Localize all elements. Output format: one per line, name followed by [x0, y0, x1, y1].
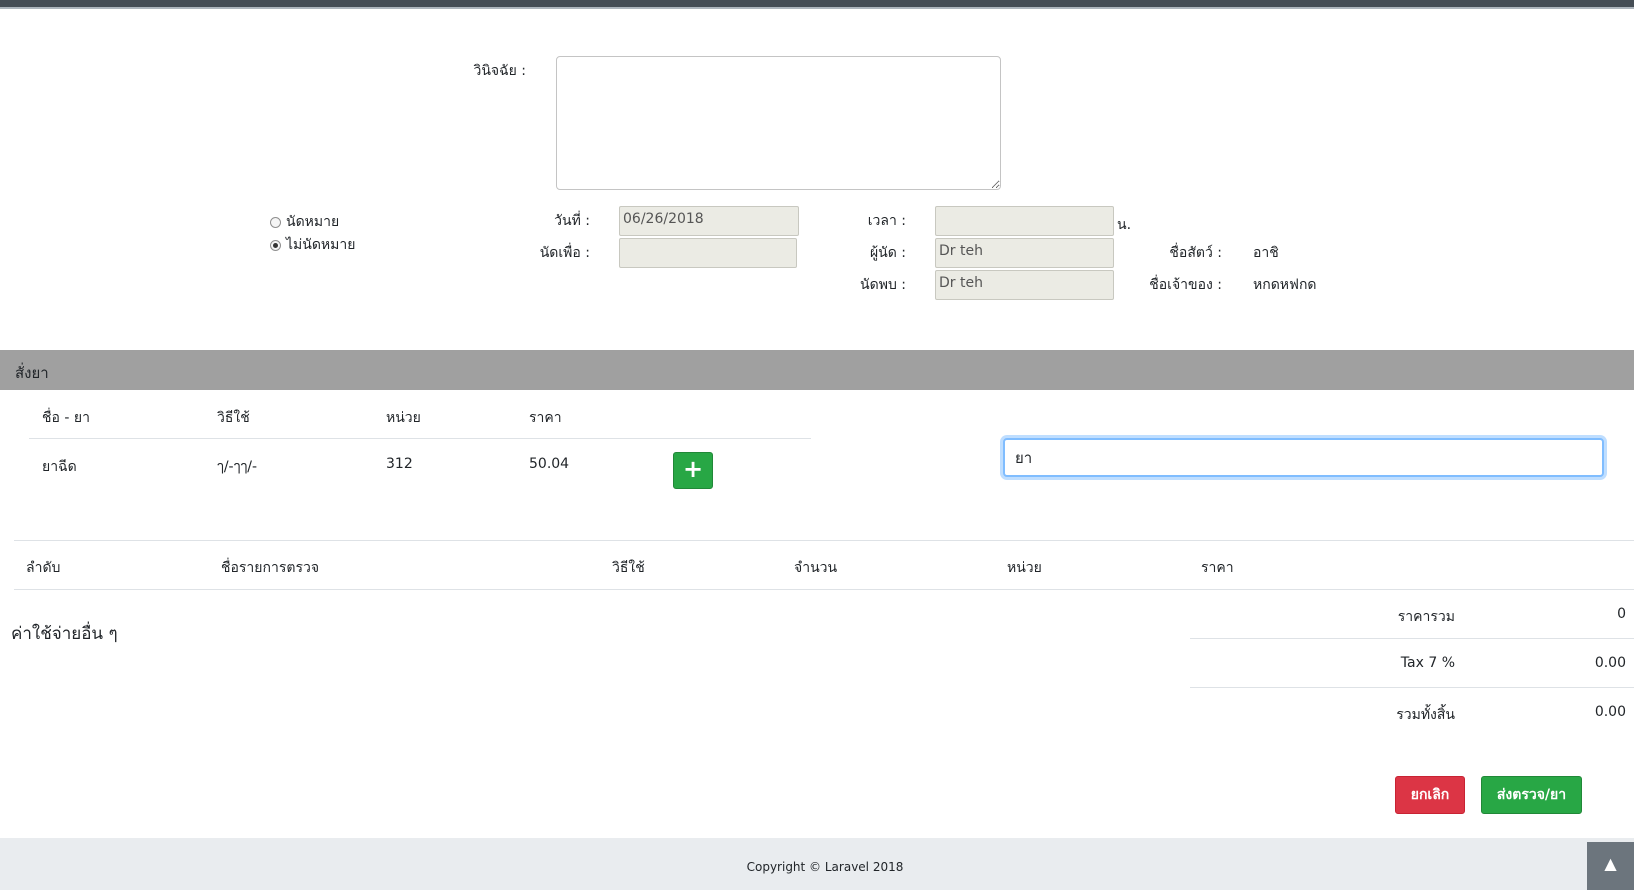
radio-no-appointment[interactable]: ไม่นัดหมาย	[270, 234, 355, 256]
purpose-label: นัดเพื่อ :	[539, 245, 590, 261]
other-expenses-title: ค่าใช้จ่ายอื่น ๆ	[11, 624, 118, 644]
radio-make-label: นัดหมาย	[286, 214, 340, 230]
chevron-up-icon: ▲	[1604, 854, 1617, 873]
exam-table-top-line	[14, 540, 1634, 541]
subtotal-value: 0	[1617, 606, 1626, 622]
add-drug-button[interactable]: +	[673, 452, 713, 489]
drug-search-input[interactable]	[1003, 438, 1604, 477]
exam-col-name: ชื่อรายการตรวจ	[221, 560, 320, 576]
drug-col-name: ชื่อ - ยา	[42, 410, 90, 426]
order-section-header: สั่งยา	[0, 350, 1634, 390]
owner-name-label: ชื่อเจ้าของ :	[1149, 277, 1222, 293]
cancel-button[interactable]: ยกเลิก	[1395, 776, 1465, 814]
exam-table-header-line	[14, 589, 1634, 590]
total-value: 0.00	[1594, 704, 1626, 720]
drug-row-price: 50.04	[529, 456, 570, 472]
tax-value: 0.00	[1594, 655, 1626, 671]
exam-col-order: ลำดับ	[26, 560, 61, 576]
exam-col-quantity: จำนวน	[794, 560, 838, 576]
footer-copyright: Copyright © Laravel 2018	[746, 860, 904, 874]
date-label: วันที่ :	[554, 213, 590, 229]
tax-label: Tax 7 %	[1400, 655, 1455, 671]
subtotal-label: ราคารวม	[1397, 609, 1455, 625]
exam-col-unit: หน่วย	[1007, 560, 1042, 576]
time-label: เวลา :	[867, 213, 906, 229]
drug-row-name: ยาฉีด	[42, 459, 77, 475]
pet-name-value: อาชิ	[1253, 245, 1279, 261]
owner-name-value: หกดหฟกด	[1253, 277, 1317, 293]
scroll-top-button[interactable]: ▲	[1587, 842, 1634, 890]
submit-exam-button[interactable]: ส่งตรวจ/ยา	[1481, 776, 1582, 814]
diagnosis-label: วินิจฉัย :	[473, 63, 526, 79]
radio-make-appointment[interactable]: นัดหมาย	[270, 211, 339, 233]
footer: Copyright © Laravel 2018	[0, 838, 1634, 890]
radio-none-label: ไม่นัดหมาย	[286, 237, 356, 253]
radio-circle-checked[interactable]	[270, 239, 281, 251]
drug-row-unit: 312	[386, 456, 413, 472]
drug-row-usage: ๅ/-ๅๅ/-	[217, 459, 258, 475]
summary-divider-1	[1190, 638, 1634, 639]
purpose-field[interactable]	[619, 238, 797, 268]
top-navbar	[0, 0, 1634, 9]
drug-col-unit: หน่วย	[386, 410, 421, 426]
appointer-field[interactable]: Dr teh	[935, 238, 1114, 268]
summary-divider-2	[1190, 687, 1634, 688]
meet-label: นัดพบ :	[860, 277, 906, 293]
pet-name-label: ชื่อสัตว์ :	[1169, 245, 1222, 261]
total-label: รวมทั้งสิ้น	[1396, 707, 1455, 723]
radio-circle[interactable]	[270, 216, 281, 228]
meet-field[interactable]: Dr teh	[935, 270, 1114, 300]
date-field[interactable]: 06/26/2018	[619, 206, 799, 236]
time-field[interactable]	[935, 206, 1114, 236]
diagnosis-textarea[interactable]	[556, 56, 1001, 190]
time-unit: น.	[1117, 217, 1132, 233]
exam-col-usage: วิธีใช้	[612, 560, 645, 576]
drug-col-price: ราคา	[529, 410, 562, 426]
order-section-title: สั่งยา	[15, 364, 49, 382]
appointer-label: ผู้นัด :	[869, 245, 906, 261]
exam-col-price: ราคา	[1201, 560, 1234, 576]
drug-table-divider	[29, 438, 811, 439]
drug-col-usage: วิธีใช้	[217, 410, 250, 426]
